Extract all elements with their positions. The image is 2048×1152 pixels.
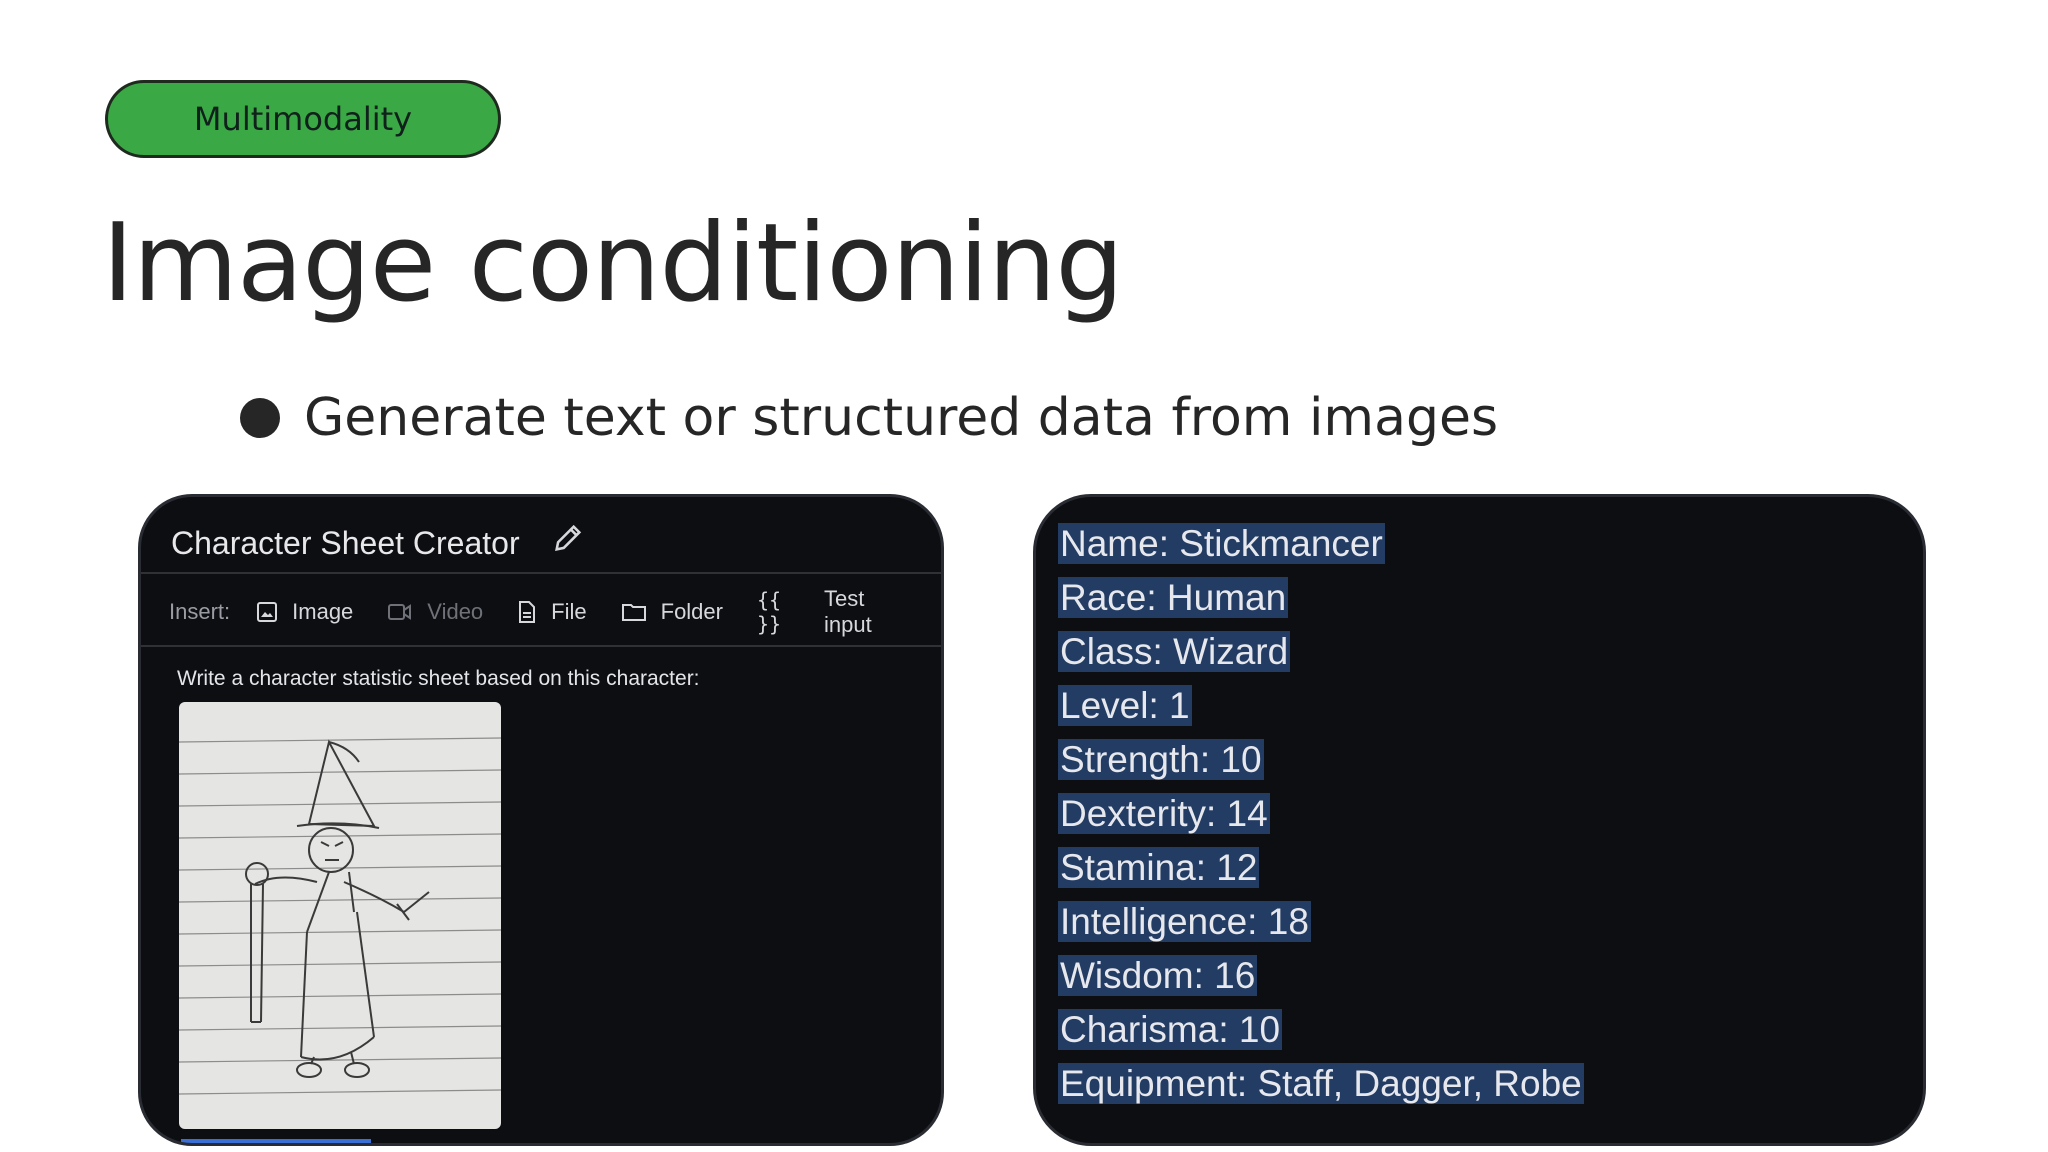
prompt-title: Character Sheet Creator: [171, 525, 520, 561]
video-icon: [388, 604, 412, 620]
multimodality-tag: Multimodality: [105, 80, 501, 158]
stat-line: Class: Wizard: [1058, 631, 1291, 672]
insert-toolbar: Insert: Image Video File Folder {{}} Te…: [169, 586, 941, 638]
bullet-item: Generate text or structured data from im…: [240, 388, 1498, 448]
bullet-dot-icon: [240, 398, 280, 438]
file-icon: [519, 601, 536, 623]
insert-video-button[interactable]: Video: [387, 599, 483, 625]
tag-label: Multimodality: [193, 100, 413, 138]
bullet-text: Generate text or structured data from im…: [304, 388, 1499, 448]
scroll-indicator: [181, 1139, 371, 1143]
character-sheet-creator-panel: Character Sheet Creator Insert: Image Vi…: [138, 494, 944, 1146]
insert-folder-button[interactable]: Folder: [621, 599, 723, 625]
character-stats-output-panel: Name: Stickmancer Race: Human Class: Wiz…: [1033, 494, 1926, 1146]
divider: [141, 645, 941, 647]
stat-list: Name: Stickmancer Race: Human Class: Wiz…: [1058, 517, 1584, 1111]
test-input-button[interactable]: {{ }} Test input: [757, 586, 907, 638]
stat-line: Stamina: 12: [1058, 847, 1260, 888]
folder-icon: [621, 604, 646, 621]
insert-image-button[interactable]: Image: [256, 599, 353, 625]
prompt-text: Write a character statistic sheet based …: [177, 667, 700, 690]
stat-line: Race: Human: [1058, 577, 1289, 618]
stat-line: Equipment: Staff, Dagger, Robe: [1058, 1063, 1584, 1104]
insert-file-button[interactable]: File: [517, 599, 587, 625]
braces-icon: {{ }}: [756, 588, 782, 636]
stat-line: Wisdom: 16: [1058, 955, 1258, 996]
slide-title: Image conditioning: [102, 201, 1124, 326]
stat-line: Dexterity: 14: [1058, 793, 1270, 834]
stat-line: Intelligence: 18: [1058, 901, 1311, 942]
wizard-sketch-image: [179, 702, 501, 1129]
stat-line: Strength: 10: [1058, 739, 1264, 780]
stat-line: Level: 1: [1058, 685, 1192, 726]
stat-line: Name: Stickmancer: [1058, 523, 1385, 564]
image-icon: [257, 602, 278, 622]
insert-label: Insert:: [169, 599, 231, 624]
edit-pencil-icon[interactable]: [551, 521, 585, 555]
stat-line: Charisma: 10: [1058, 1009, 1283, 1050]
divider: [141, 572, 941, 574]
